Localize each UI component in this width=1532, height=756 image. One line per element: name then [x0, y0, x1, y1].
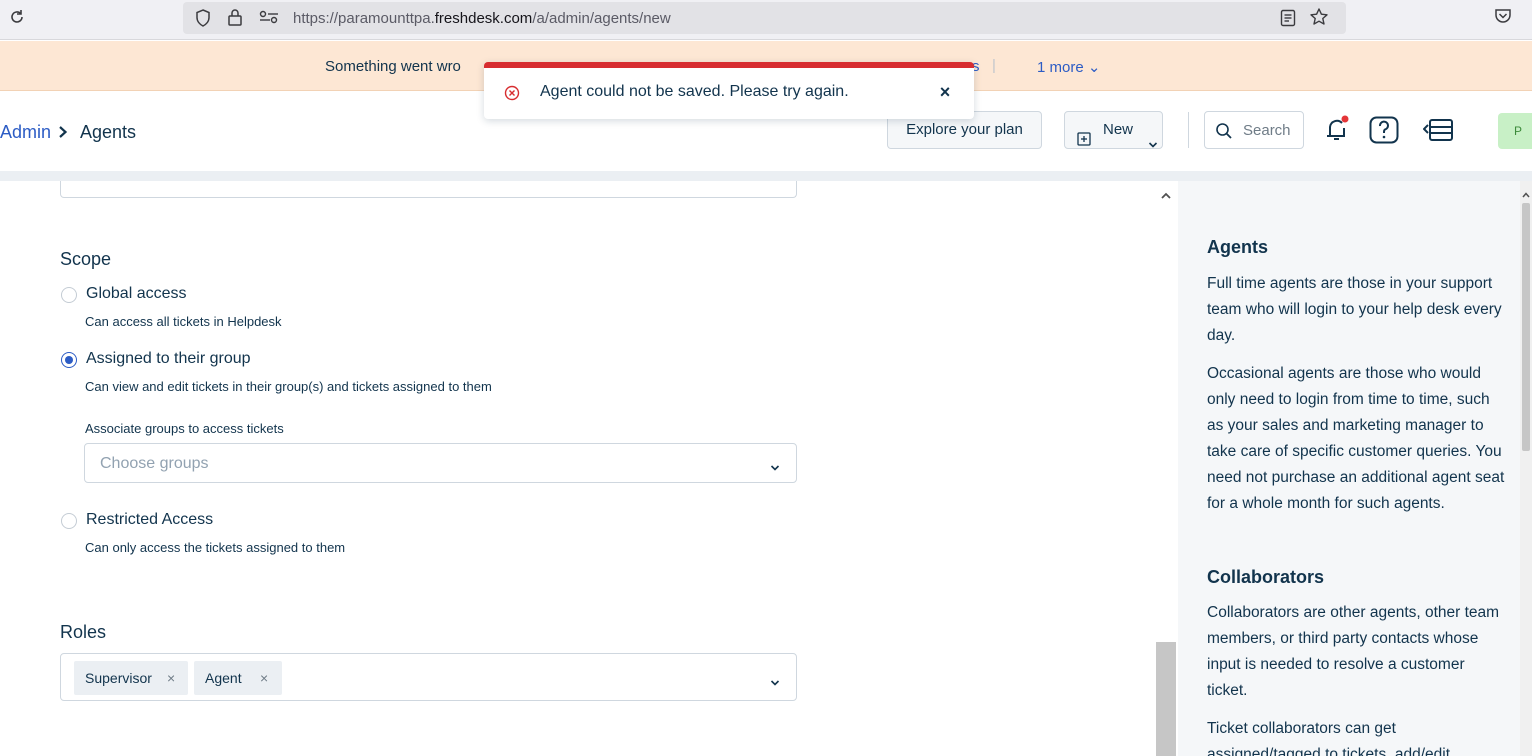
scope-title: Scope	[60, 249, 112, 269]
url-prefix: https://paramounttpa.	[293, 10, 435, 27]
close-icon[interactable]: ×	[934, 81, 956, 103]
collaborators-heading: Collaborators	[1207, 567, 1325, 587]
search-placeholder: Search	[1243, 122, 1291, 139]
plus-box-icon	[1077, 124, 1091, 160]
error-icon	[504, 85, 520, 106]
groups-select[interactable]: Choose groups	[84, 443, 797, 483]
remove-tag-icon[interactable]: ×	[167, 661, 175, 695]
help-sidebar: Agents Full time agents are those in you…	[1178, 181, 1532, 756]
collaborators-paragraph-1: Collaborators are other agents, other te…	[1207, 604, 1500, 699]
shield-icon[interactable]	[195, 9, 211, 32]
breadcrumb-admin[interactable]: Admin	[0, 122, 51, 143]
radio-global-access[interactable]	[61, 287, 77, 303]
main-scroll-thumb[interactable]	[1156, 642, 1176, 756]
apps-icon[interactable]	[1422, 117, 1455, 148]
new-button-label: New	[1103, 121, 1134, 138]
scroll-up-icon[interactable]	[1160, 187, 1172, 205]
agents-paragraph-2: Occasional agents are those who would on…	[1207, 365, 1505, 512]
role-tag-label: Supervisor	[85, 670, 152, 686]
agents-heading: Agents	[1207, 237, 1269, 257]
desc-assigned-group: Can view and edit tickets in their group…	[85, 379, 492, 394]
banner-separator: |	[992, 57, 996, 74]
main-scrollbar[interactable]	[1154, 181, 1178, 756]
url-path: /a/admin/agents/new	[532, 10, 671, 27]
radio-restricted-access[interactable]	[61, 513, 77, 529]
previous-field-box[interactable]	[60, 181, 797, 198]
roles-select[interactable]: Supervisor × Agent ×	[60, 653, 797, 701]
permissions-icon[interactable]	[259, 10, 279, 29]
radio-assigned-group[interactable]	[61, 352, 77, 368]
roles-title: Roles	[60, 622, 107, 642]
chevron-down-icon	[1148, 127, 1158, 163]
agents-paragraph-1: Full time agents are those in your suppo…	[1207, 275, 1502, 344]
star-icon[interactable]	[1309, 7, 1329, 32]
collaborators-paragraph-2: Ticket collaborators can get assigned/ta…	[1207, 720, 1450, 756]
desc-restricted-access: Can only access the tickets assigned to …	[85, 540, 346, 555]
role-tag-agent: Agent ×	[194, 661, 282, 695]
groups-placeholder: Choose groups	[100, 455, 209, 472]
header-separator	[0, 171, 1532, 181]
desc-global-access: Can access all tickets in Helpdesk	[85, 314, 282, 329]
sidebar-scroll-thumb[interactable]	[1522, 203, 1530, 451]
sidebar-scrollbar[interactable]	[1520, 181, 1532, 756]
radio-label-restricted-access[interactable]: Restricted Access	[86, 511, 213, 529]
url-text[interactable]: https://paramounttpa.freshdesk.com/a/adm…	[293, 10, 671, 27]
new-button[interactable]: New	[1064, 111, 1163, 149]
bell-icon[interactable]	[1324, 114, 1350, 149]
browser-toolbar: https://paramounttpa.freshdesk.com/a/adm…	[0, 0, 1532, 40]
chevron-down-icon	[770, 674, 780, 692]
radio-label-assigned-group[interactable]: Assigned to their group	[86, 350, 251, 368]
reload-icon[interactable]	[8, 8, 28, 28]
header-divider	[1188, 112, 1189, 148]
sidebar-scroll-up-icon[interactable]	[1522, 185, 1530, 203]
associate-groups-label: Associate groups to access tickets	[85, 421, 284, 436]
radio-label-global-access[interactable]: Global access	[86, 285, 187, 303]
banner-more-link[interactable]: 1 more ⌄	[1037, 58, 1100, 76]
address-bar[interactable]: https://paramounttpa.freshdesk.com/a/adm…	[183, 2, 1346, 34]
role-tag-supervisor: Supervisor ×	[74, 661, 188, 695]
error-toast: Agent could not be saved. Please try aga…	[484, 62, 974, 119]
agent-form: Scope Global access Can access all ticke…	[0, 181, 1152, 756]
pocket-icon[interactable]	[1494, 8, 1512, 29]
avatar[interactable]: P	[1498, 113, 1532, 149]
url-domain: freshdesk.com	[434, 10, 533, 27]
role-tag-label: Agent	[205, 670, 242, 686]
banner-message: Something went wro	[325, 58, 461, 75]
search-input[interactable]: Search	[1204, 111, 1304, 149]
help-icon[interactable]	[1369, 116, 1399, 149]
remove-tag-icon[interactable]: ×	[260, 661, 268, 695]
lock-icon[interactable]	[227, 8, 243, 31]
reader-icon[interactable]	[1280, 9, 1296, 32]
search-icon	[1215, 122, 1233, 145]
chevron-down-icon	[770, 459, 780, 477]
toast-message: Agent could not be saved. Please try aga…	[540, 83, 849, 100]
chevron-right-icon	[57, 125, 69, 144]
breadcrumb-agents: Agents	[80, 122, 137, 142]
